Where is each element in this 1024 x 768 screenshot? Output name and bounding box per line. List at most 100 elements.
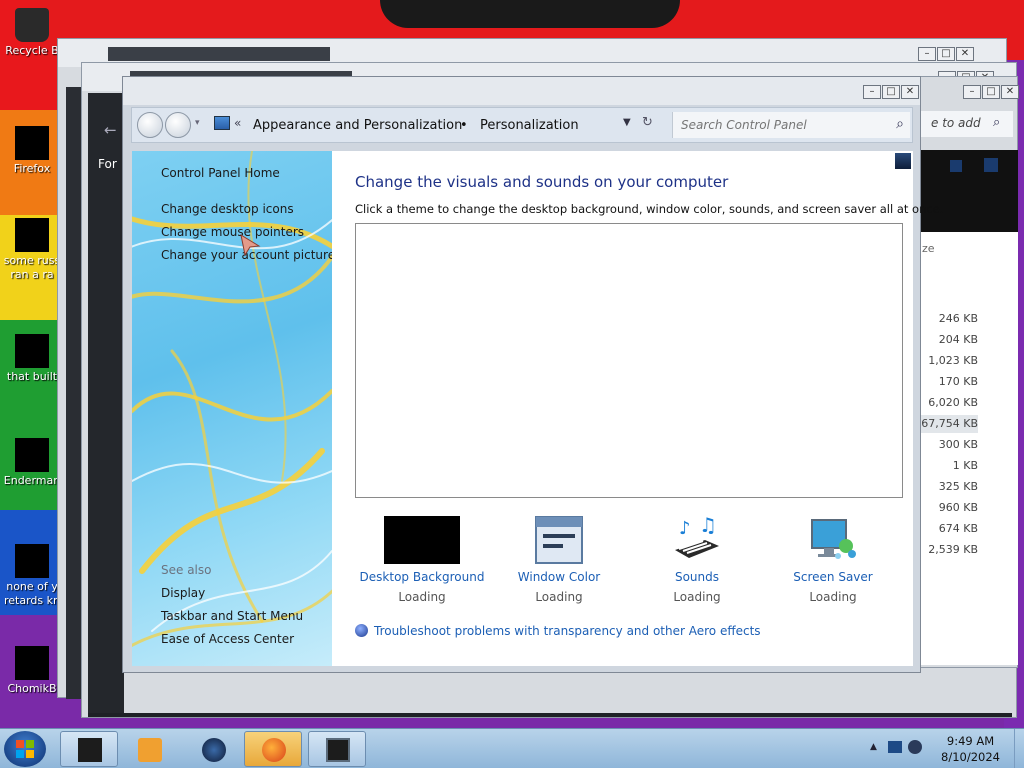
desktop-icon-label: Recycle B [5,44,59,57]
file-icon [15,438,49,472]
option-status: Loading [809,590,857,604]
search-icon[interactable]: ⌕ [896,116,904,132]
taskbar-button-firefox[interactable] [244,731,302,767]
option-screen-saver[interactable]: Screen Saver Loading [768,516,898,604]
show-desktop-button[interactable] [1014,729,1024,768]
recent-pages-dropdown[interactable]: ▾ [195,118,200,128]
desktop-icon-file-1[interactable]: some russ ran a ra [0,218,64,282]
minimize-button[interactable]: – [963,85,981,99]
close-button[interactable]: ✕ [901,85,919,99]
show-hidden-icons-icon[interactable]: ▲ [870,742,877,752]
taskbar-button-control-panel[interactable] [308,731,366,767]
sounds-icon: ♪ ♫ [671,513,723,564]
network-icon[interactable] [888,741,902,753]
taskbar-button-app[interactable] [184,731,242,767]
window-color-icon [535,516,583,564]
desktop-icon-recycle-bin[interactable]: Recycle B [0,8,64,58]
desktop-icon-enderman[interactable]: Enderman [0,438,64,488]
option-status: Loading [535,590,583,604]
background-window-1-caption-buttons: – □ ✕ [918,47,974,61]
troubleshoot-icon [355,624,368,637]
start-button[interactable] [4,731,46,767]
clock-date: 8/10/2024 [941,750,1000,764]
background-window-3-search[interactable]: e to add ⌕ [921,111,1013,137]
size-column-header[interactable]: ze [922,242,935,255]
window-titlebar[interactable]: – □ ✕ [123,77,920,105]
search-input[interactable] [681,114,881,136]
option-label[interactable]: Window Color [494,570,624,584]
page-subtitle: Click a theme to change the desktop back… [355,202,944,216]
refresh-icon[interactable]: ↻ [642,115,653,130]
option-label[interactable]: Sounds [632,570,762,584]
page-title: Change the visuals and sounds on your co… [355,173,729,191]
thumbnail-icon[interactable] [950,160,962,172]
volume-icon[interactable] [908,740,922,754]
minimize-button[interactable]: – [918,47,936,61]
back-button[interactable] [137,112,163,138]
minimize-button[interactable]: – [863,85,881,99]
background-window-1-tab[interactable] [108,47,330,61]
theme-list[interactable] [355,223,903,498]
desktop-icon-label: that built [6,370,58,383]
app-globe-icon [202,738,226,762]
desktop-icon-file-3[interactable]: none of y retards kn [0,544,64,608]
sidebar-link-change-mouse-pointers[interactable]: Change mouse pointers [161,225,304,239]
maximize-button[interactable]: □ [982,85,1000,99]
breadcrumb-separator[interactable]: • [460,118,468,133]
search-box: ⌕ [672,112,910,138]
taskbar-button-explorer[interactable] [60,731,118,767]
breadcrumb-personalization[interactable]: Personalization [480,118,579,133]
close-button[interactable]: ✕ [956,47,974,61]
desktop-icon-label: some russ [3,254,61,267]
option-desktop-background[interactable]: Desktop Background Loading [357,516,487,604]
file-icon [15,218,49,252]
sidebar-link-control-panel-home[interactable]: Control Panel Home [161,166,280,180]
system-tray: ▲ 9:49 AM 8/10/2024 [864,729,1024,768]
option-label[interactable]: Desktop Background [357,570,487,584]
file-list: ze 246 KB 204 KB 1,023 KB 170 KB 6,020 K… [908,150,1018,665]
mouse-cursor-icon [240,233,261,257]
search-icon[interactable]: ⌕ [993,115,1000,130]
address-toolbar: ▾ « Appearance and Personalization • Per… [131,107,913,143]
sidebar-link-display[interactable]: Display [161,586,205,600]
maximize-button[interactable]: □ [937,47,955,61]
address-dropdown-chevron-icon[interactable]: ▼ [623,117,631,128]
forward-button[interactable] [165,112,191,138]
desktop-icon-file-2[interactable]: that built [0,334,64,384]
firefox-icon [262,738,286,762]
recycle-bin-icon [15,8,49,42]
desktop-icon-label: Firefox [13,162,51,175]
option-status: Loading [398,590,446,604]
background-window-3-search-text: e to add [931,116,981,130]
desktop-icon-label-line2: ran a ra [10,268,54,281]
breadcrumb-overflow[interactable]: « [234,116,241,130]
desktop-icon-firefox[interactable]: Firefox [0,126,64,176]
thumbnail-icon[interactable] [984,158,998,172]
file-icon [15,544,49,578]
media-player-icon [138,738,162,762]
explorer-icon [78,738,102,762]
maximize-button[interactable]: □ [882,85,900,99]
back-arrow-icon[interactable]: ← [104,121,117,139]
sidebar-link-ease-of-access-center[interactable]: Ease of Access Center [161,632,294,646]
sidebar-link-change-desktop-icons[interactable]: Change desktop icons [161,202,294,216]
control-panel-icon [214,116,230,130]
option-window-color[interactable]: Window Color Loading [494,516,624,604]
troubleshoot-label[interactable]: Troubleshoot problems with transparency … [374,624,761,638]
option-label[interactable]: Screen Saver [768,570,898,584]
control-panel-icon [326,738,350,762]
troubleshoot-aero-link[interactable]: Troubleshoot problems with transparency … [355,624,761,638]
desktop-icon-label: ChomikB [7,682,57,695]
sidebar-link-taskbar-and-start-menu[interactable]: Taskbar and Start Menu [161,609,303,623]
clock[interactable]: 9:49 AM 8/10/2024 [941,733,1000,765]
close-button[interactable]: ✕ [1001,85,1019,99]
personalization-window[interactable]: – □ ✕ ▾ « Appearance and Personalization… [122,76,943,673]
taskbar-button-media-player[interactable] [120,731,178,767]
breadcrumb-appearance-and-personalization[interactable]: Appearance and Personalization [253,118,462,133]
firefox-icon [15,126,49,160]
desktop-icon-chomikbox[interactable]: ChomikB [0,646,64,696]
option-sounds[interactable]: ♪ ♫ Sounds Loading [632,513,762,604]
screen-saver-icon [808,516,858,564]
help-icon[interactable] [895,153,911,169]
chomikbox-icon [15,646,49,680]
